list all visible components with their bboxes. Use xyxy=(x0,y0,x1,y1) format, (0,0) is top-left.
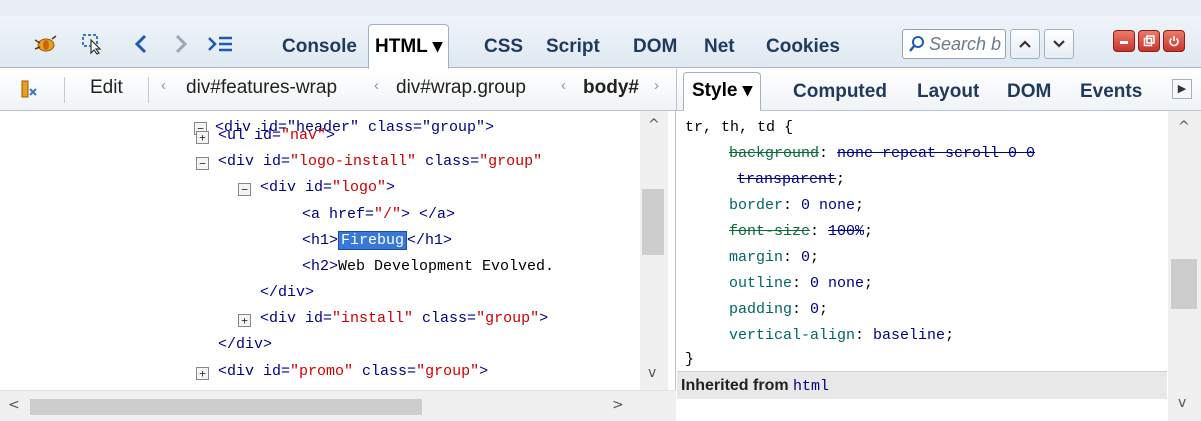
html-line-logo[interactable]: <div id="logo"> xyxy=(260,179,395,196)
css-declaration-border[interactable]: border: 0 none; xyxy=(729,197,864,214)
breadcrumb-item-features-wrap[interactable]: div#features-wrap xyxy=(186,77,337,99)
breadcrumb-separator-icon: ‹ xyxy=(561,77,566,94)
css-declaration-outline[interactable]: outline: 0 none; xyxy=(729,275,873,292)
expand-toggle-icon[interactable]: + xyxy=(196,367,209,380)
tab-html[interactable]: HTML ▾ xyxy=(368,24,450,69)
collapse-toggle-icon[interactable]: − xyxy=(238,183,251,196)
tab-style[interactable]: Style ▾ xyxy=(683,72,762,111)
html-line-anchor[interactable]: <a href="/"> </a> xyxy=(302,206,455,223)
tab-css[interactable]: CSS xyxy=(478,28,529,68)
collapse-toggle-icon[interactable]: − xyxy=(196,157,209,170)
css-selector[interactable]: tr, th, td { xyxy=(685,119,793,136)
search-placeholder: Search b xyxy=(929,34,1002,54)
inherited-label: Inherited from xyxy=(681,377,789,394)
inherited-section-header[interactable]: Inherited from html xyxy=(677,371,1167,399)
breadcrumb-item-wrap[interactable]: div#wrap.group xyxy=(396,77,526,99)
more-tabs-button[interactable]: ▶ xyxy=(1172,79,1192,99)
tab-cookies[interactable]: Cookies xyxy=(760,28,846,68)
html-line-close-div[interactable]: </div> xyxy=(260,284,314,301)
scrollbar-thumb[interactable] xyxy=(30,399,422,415)
inspect-icon[interactable] xyxy=(78,32,108,56)
main-toolbar: Console HTML ▾ CSS Script DOM Net Cookie… xyxy=(0,0,1201,69)
detach-button[interactable] xyxy=(1138,30,1160,52)
breadcrumb-separator-icon: ‹ xyxy=(374,77,379,94)
tab-console[interactable]: Console xyxy=(276,28,363,68)
html-line-install[interactable]: <div id="install" class="group"> xyxy=(260,310,548,327)
toolbar-separator xyxy=(64,77,65,103)
edit-button[interactable]: Edit xyxy=(90,77,123,99)
breadcrumb-scroll-left-icon[interactable]: ‹ xyxy=(161,77,166,94)
expand-toggle-icon[interactable]: + xyxy=(196,131,209,144)
tab-events[interactable]: Events xyxy=(1080,81,1142,103)
html-tree-panel: − <div id="header" class="group"> + <ul i… xyxy=(0,111,676,396)
scroll-down-icon[interactable]: v xyxy=(648,365,656,381)
minimize-button[interactable] xyxy=(1113,30,1135,52)
search-next-button[interactable] xyxy=(1044,29,1074,59)
scrollbar-thumb[interactable] xyxy=(642,189,664,255)
back-arrow-icon[interactable] xyxy=(130,32,152,56)
css-declaration-margin[interactable]: margin: 0; xyxy=(729,249,819,266)
html-line-h1[interactable]: <h1> Firebug </h1> xyxy=(302,231,452,250)
scroll-right-icon[interactable]: > xyxy=(612,397,624,413)
tab-dom-side[interactable]: DOM xyxy=(1007,81,1051,103)
html-toolbar: Edit ‹ div#features-wrap ‹ div#wrap.grou… xyxy=(0,69,676,111)
html-line-nav[interactable]: <ul id="nav"> xyxy=(218,127,335,144)
scroll-down-icon[interactable]: v xyxy=(1178,395,1186,411)
breadcrumb-scroll-right-icon[interactable]: › xyxy=(654,77,659,94)
css-rule-close: } xyxy=(685,351,695,368)
toolbar-separator xyxy=(148,77,149,103)
tab-script[interactable]: Script xyxy=(540,28,606,68)
breadcrumb-item-body[interactable]: body# xyxy=(583,77,639,99)
scrollbar-thumb[interactable] xyxy=(1171,259,1197,309)
html-horizontal-scrollbar[interactable]: < > xyxy=(0,390,676,421)
close-button[interactable] xyxy=(1163,30,1185,52)
css-declaration-vertical-align[interactable]: vertical-align: baseline; xyxy=(729,327,954,344)
side-panel-tabs: Style ▾ Computed Layout DOM Events ▶ xyxy=(676,69,1201,111)
style-vertical-scrollbar[interactable]: ^ v xyxy=(1168,111,1201,421)
selected-node-text[interactable]: Firebug xyxy=(338,231,408,250)
html-line-logo-install[interactable]: <div id="logo-install" class="group" xyxy=(218,153,542,170)
html-line-close-div[interactable]: </div> xyxy=(218,336,272,353)
scroll-left-icon[interactable]: < xyxy=(8,397,20,413)
command-line-icon[interactable] xyxy=(205,32,235,56)
tab-net[interactable]: Net xyxy=(698,28,741,68)
firebug-icon[interactable] xyxy=(30,32,60,56)
html-vertical-scrollbar[interactable]: ^ v xyxy=(640,111,668,393)
inherited-element-link[interactable]: html xyxy=(793,378,829,395)
scroll-up-icon[interactable]: ^ xyxy=(648,117,660,133)
html-line-promo[interactable]: <div id="promo" class="group"> xyxy=(218,363,488,380)
firebug-window: Console HTML ▾ CSS Script DOM Net Cookie… xyxy=(0,0,1201,421)
expand-toggle-icon[interactable]: + xyxy=(238,314,251,327)
html-line-h2[interactable]: <h2>Web Development Evolved. xyxy=(302,258,554,275)
search-prev-button[interactable] xyxy=(1010,29,1040,59)
expand-icon[interactable] xyxy=(18,78,42,102)
search-input[interactable]: Search b xyxy=(902,29,1006,59)
css-declaration-font-size[interactable]: font-size: 100%; xyxy=(729,223,873,240)
tab-layout[interactable]: Layout xyxy=(917,81,979,103)
search-icon xyxy=(909,36,924,52)
tab-dom[interactable]: DOM xyxy=(627,28,683,68)
title-strip xyxy=(0,0,1201,16)
tab-computed[interactable]: Computed xyxy=(793,81,887,103)
forward-arrow-icon[interactable] xyxy=(170,32,192,56)
scroll-up-icon[interactable]: ^ xyxy=(1178,119,1190,135)
css-declaration-padding[interactable]: padding: 0; xyxy=(729,301,828,318)
css-declaration-background[interactable]: background: none repeat scroll 0 0 xyxy=(729,145,1035,162)
css-declaration-background-cont[interactable]: transparent; xyxy=(737,171,845,188)
